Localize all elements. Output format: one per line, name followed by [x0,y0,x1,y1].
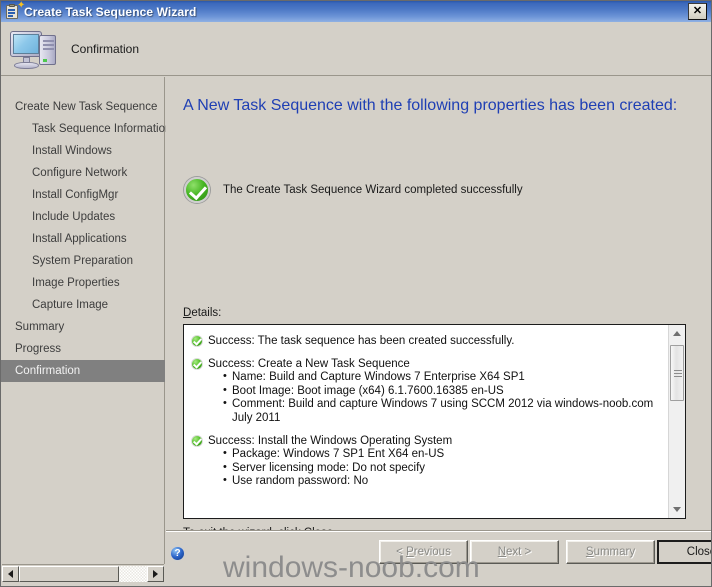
sidebar-item-include-updates[interactable]: Include Updates [1,206,164,228]
detail-bullet-item: Server licensing mode: Do not specify [223,461,661,476]
wizard-success-message: The Create Task Sequence Wizard complete… [223,184,523,196]
wizard-footer: ? < Previous Next > Summary Close [166,530,711,586]
wizard-step-title: Confirmation [71,41,140,56]
help-question-icon[interactable]: ? [170,546,185,561]
detail-entry-header: Success: Install the Windows Operating S… [191,434,661,448]
sidebar-item-install-configmgr[interactable]: Install ConfigMgr [1,184,164,206]
detail-bullet-item: Name: Build and Capture Windows 7 Enterp… [223,370,661,385]
wizard-content-panel: A New Task Sequence with the following p… [166,77,711,540]
summary-button-label: ummary [593,546,636,558]
green-check-circle-icon [191,335,203,347]
sidebar-item-create-new-task-sequence[interactable]: Create New Task Sequence [1,96,164,118]
green-check-circle-icon [184,177,210,203]
close-window-button[interactable]: ✕ [688,3,707,20]
details-label: Details: [183,307,221,319]
detail-bullet-list: Name: Build and Capture Windows 7 Enterp… [191,370,661,425]
summary-button[interactable]: Summary [566,540,655,564]
detail-entry: Success: The task sequence has been crea… [191,334,661,348]
horizontal-scrollbar-thumb[interactable] [19,565,119,582]
detail-bullet-item: Boot Image: Boot image (x64) 6.1.7600.16… [223,384,661,399]
window-title: Create Task Sequence Wizard [24,4,197,19]
details-listbox-content: Success: The task sequence has been crea… [184,325,669,518]
sidebar-item-progress[interactable]: Progress [1,338,164,360]
scroll-up-arrow-icon[interactable] [669,325,685,342]
sidebar-item-confirmation[interactable]: Confirmation [1,360,165,382]
horizontal-scrollbar[interactable] [2,564,164,582]
task-sequence-clipboard-icon [4,2,25,20]
summary-button-accesskey: S [585,546,594,558]
scroll-down-arrow-icon[interactable] [669,501,685,518]
sidebar-item-capture-image[interactable]: Capture Image [1,294,164,316]
green-check-circle-icon [191,435,203,447]
next-button[interactable]: Next > [470,540,559,564]
detail-entry-header: Success: The task sequence has been crea… [191,334,661,348]
detail-bullet-list: Package: Windows 7 SP1 Ent X64 en-USServ… [191,447,661,489]
wizard-step-sidebar: Create New Task Sequence Task Sequence In… [1,77,171,540]
wizard-success-row: The Create Task Sequence Wizard complete… [184,177,523,203]
close-button[interactable]: Close [657,540,711,564]
close-button-label: Close [686,546,711,558]
previous-button-accesskey: P [406,546,414,558]
sidebar-bottom-strip [1,540,165,564]
vertical-scrollbar-thumb[interactable] [670,345,684,401]
sidebar-item-system-preparation[interactable]: System Preparation [1,250,164,272]
sidebar-item-image-properties[interactable]: Image Properties [1,272,164,294]
wizard-body: Create New Task Sequence Task Sequence In… [1,77,711,540]
detail-entry: Success: Create a New Task SequenceName:… [191,357,661,425]
detail-bullet-item: Comment: Build and capture Windows 7 usi… [223,397,661,425]
previous-button-label: revious [413,546,451,558]
detail-bullet-item: Package: Windows 7 SP1 Ent X64 en-US [223,447,661,462]
details-vertical-scrollbar[interactable] [668,325,685,518]
details-listbox[interactable]: Success: The task sequence has been crea… [183,324,686,519]
details-label-rest: etails: [191,307,222,319]
sidebar-item-install-applications[interactable]: Install Applications [1,228,164,250]
scroll-left-arrow-icon[interactable] [2,565,19,582]
next-button-label: ext > [506,546,532,558]
previous-button-prefix: < [396,546,407,558]
detail-entry-heading: Success: Install the Windows Operating S… [208,435,453,447]
wizard-header-banner: Confirmation [1,22,711,76]
green-check-circle-icon [191,358,203,370]
sidebar-item-install-windows[interactable]: Install Windows [1,140,164,162]
horizontal-scrollbar-track[interactable] [19,565,147,582]
detail-bullet-item: Use random password: No [223,474,661,489]
sidebar-item-configure-network[interactable]: Configure Network [1,162,164,184]
sidebar-item-task-sequence-information[interactable]: Task Sequence Information [1,118,171,140]
detail-entry-header: Success: Create a New Task Sequence [191,357,661,371]
next-button-accesskey: N [497,546,507,558]
page-title: A New Task Sequence with the following p… [183,97,678,114]
create-task-sequence-wizard-window: Create Task Sequence Wizard ✕ Confirmati… [0,0,712,587]
sidebar-item-summary[interactable]: Summary [1,316,164,338]
window-titlebar: Create Task Sequence Wizard ✕ [1,1,711,22]
previous-button[interactable]: < Previous [379,540,468,564]
detail-entry-heading: Success: Create a New Task Sequence [208,358,410,370]
detail-entry: Success: Install the Windows Operating S… [191,434,661,489]
scroll-right-arrow-icon[interactable] [147,565,164,582]
detail-entry-heading: Success: The task sequence has been crea… [208,335,515,347]
computer-monitor-icon [9,27,59,71]
